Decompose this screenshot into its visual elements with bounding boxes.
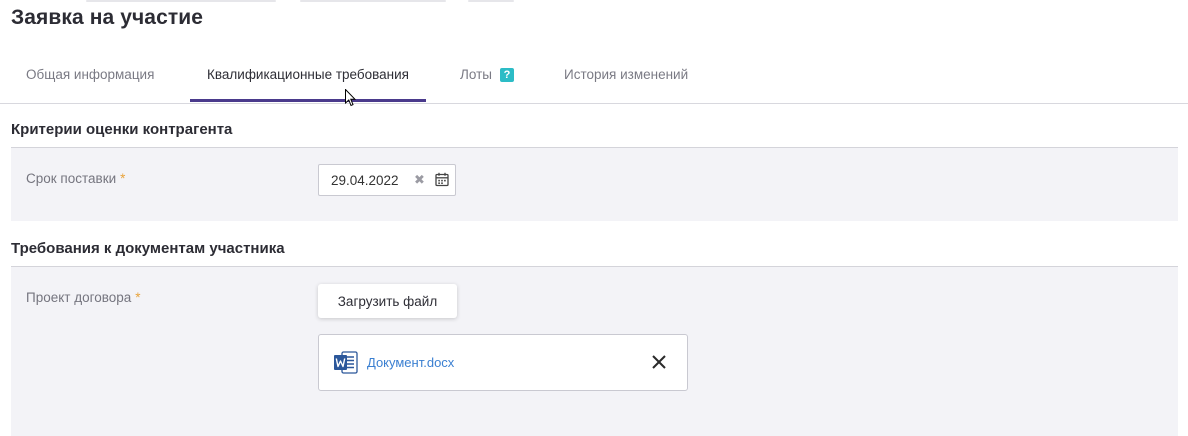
upload-file-button[interactable]: Загрузить файл: [318, 284, 457, 318]
calendar-icon[interactable]: [435, 172, 449, 192]
tab-general-info[interactable]: Общая информация: [26, 52, 154, 102]
help-icon[interactable]: ?: [499, 68, 514, 82]
section-title-criteria: Критерии оценки контрагента: [11, 121, 233, 138]
top-decor: [468, 0, 514, 2]
clear-icon[interactable]: ✖: [414, 173, 425, 187]
contract-draft-label: Проект договора *: [26, 290, 141, 305]
tab-lots[interactable]: Лоты?: [460, 52, 514, 102]
tab-bar: Общая информация Квалификационные требов…: [0, 52, 1188, 104]
top-decor: [86, 0, 276, 2]
delivery-date-label: Срок поставки *: [26, 171, 126, 186]
word-file-icon: [334, 351, 358, 379]
criteria-panel: Срок поставки * 29.04.2022 ✖: [11, 148, 1178, 221]
date-value: 29.04.2022: [331, 173, 399, 188]
documents-panel: Проект договора * Загрузить файл Документ…: [11, 267, 1178, 436]
required-mark: *: [120, 171, 126, 186]
tab-change-history[interactable]: История изменений: [564, 52, 688, 102]
file-name-link[interactable]: Документ.docx: [367, 355, 454, 370]
section-title-documents: Требования к документам участника: [11, 240, 285, 257]
mouse-cursor-icon: [345, 88, 357, 112]
delivery-date-input[interactable]: 29.04.2022 ✖: [318, 164, 456, 196]
attached-file-card: Документ.docx: [318, 334, 688, 391]
required-mark: *: [135, 290, 141, 305]
close-icon[interactable]: [651, 354, 667, 375]
tab-label: История изменений: [564, 67, 689, 82]
tab-label: Общая информация: [26, 67, 155, 82]
tab-qualification-requirements[interactable]: Квалификационные требования: [190, 52, 426, 102]
page-title: Заявка на участие: [11, 6, 204, 29]
top-decor: [300, 0, 446, 2]
tab-label: Лоты: [460, 67, 492, 82]
tab-label: Квалификационные требования: [207, 67, 409, 82]
